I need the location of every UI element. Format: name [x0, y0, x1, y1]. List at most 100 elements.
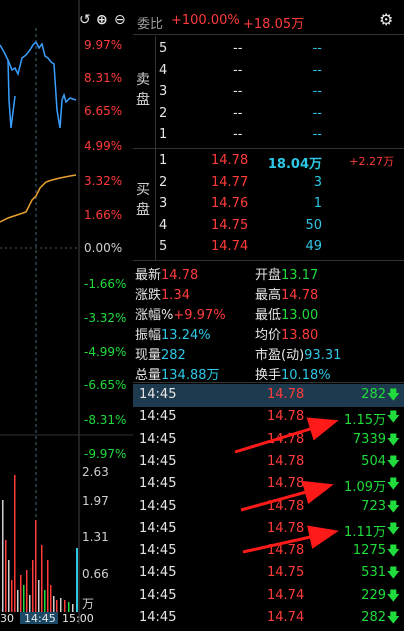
level-price: 14.76 — [211, 196, 249, 211]
buy-level-row[interactable]: 1 14.78 18.04万 +2.27万 — [133, 151, 404, 172]
level-number: 2 — [159, 174, 168, 190]
volume-axis-label: 1.31 — [82, 530, 109, 544]
buy-level-row[interactable]: 2 14.77 3 — [133, 173, 404, 194]
turnover-value: 10.18% — [281, 368, 331, 383]
diff-value: +18.05万 — [243, 17, 305, 32]
volume-axis-label: 1.97 — [82, 494, 109, 508]
level-number: 4 — [159, 217, 168, 233]
level-price: -- — [233, 84, 243, 99]
level-number: 5 — [159, 41, 168, 56]
header-bar: 委比 +100.00% +18.05万 ⚙ — [133, 8, 404, 35]
pct-label-up: 6.65% — [84, 104, 123, 118]
volume-axis-label: 2.63 — [82, 465, 109, 479]
sell-level-row[interactable]: 5 -- -- — [133, 39, 404, 60]
change-pct-value: +9.97% — [173, 308, 226, 323]
sell-level-row[interactable]: 3 -- -- — [133, 82, 404, 103]
level-number: 1 — [159, 127, 168, 142]
level-price: -- — [233, 41, 243, 56]
latest-label: 最新 — [135, 268, 162, 283]
level-volume: 3 — [313, 174, 322, 190]
buy-book: 买盘 1 14.78 18.04万 +2.27万 2 14.77 3 3 14.76 1 4 14.7… — [133, 148, 404, 261]
pe-value: 93.31 — [304, 348, 342, 363]
pct-label-down: -4.99% — [84, 345, 127, 359]
ratio-value: +100.00% — [171, 13, 240, 28]
time-label-cursor: 14:45 — [24, 612, 56, 625]
turnover-label: 换手 — [255, 368, 282, 383]
level-number: 2 — [159, 105, 168, 121]
level-change: +2.27万 — [349, 155, 394, 168]
latest-value: 14.78 — [161, 268, 199, 283]
price-line — [0, 40, 77, 129]
pct-label-up: 0.00% — [84, 241, 123, 255]
stats-block: 最新14.78 开盘13.17 涨跌1.34 最高14.78 涨幅%+9.97%… — [133, 262, 404, 383]
amplitude-value: 13.24% — [161, 328, 211, 343]
avg-line — [0, 174, 77, 223]
total-vol-value: 134.88万 — [161, 368, 220, 383]
high-label: 最高 — [255, 288, 282, 303]
level-volume: -- — [312, 62, 322, 78]
level-price: 14.75 — [211, 217, 249, 233]
current-vol-value: 282 — [161, 348, 186, 363]
level-price: 14.78 — [211, 153, 249, 168]
level-volume: 1 — [313, 196, 322, 211]
quote-panel: 委比 +100.00% +18.05万 ⚙ 卖盘 5 -- -- 4 -- -- 3 -- --… — [133, 0, 404, 626]
level-price: -- — [233, 62, 243, 78]
level-price: 14.77 — [211, 174, 249, 190]
change-pct-label: 涨幅% — [135, 308, 174, 323]
level-number: 4 — [159, 62, 168, 78]
change-value: 1.34 — [161, 288, 190, 303]
high-value: 14.78 — [281, 288, 319, 303]
sell-level-row[interactable]: 2 -- -- — [133, 104, 404, 125]
pct-label-up: 8.31% — [84, 71, 123, 85]
amplitude-label: 振幅 — [135, 328, 162, 343]
total-vol-label: 总量 — [135, 368, 162, 383]
level-price: -- — [233, 105, 243, 121]
buy-level-row[interactable]: 3 14.76 1 — [133, 194, 404, 215]
level-volume: 49 — [305, 239, 322, 254]
time-label-end: 15:00 — [62, 612, 94, 625]
pct-label-up: 9.97% — [84, 38, 123, 52]
level-volume: -- — [312, 84, 322, 99]
chart-toolbar: ↺ ⊕ ⊖ — [79, 12, 133, 30]
pe-label: 市盈(动) — [255, 348, 305, 363]
pct-label-up: 4.99% — [84, 139, 123, 153]
low-label: 最低 — [255, 308, 282, 323]
avg-value: 13.80 — [281, 328, 319, 343]
sell-book: 卖盘 5 -- -- 4 -- -- 3 -- -- 2 -- -- 1 -- -- — [133, 36, 404, 149]
pct-label-up: 3.32% — [84, 174, 123, 188]
pct-label-down: -8.31% — [84, 413, 127, 427]
level-number: 3 — [159, 196, 168, 211]
volume-axis-label: 万 — [82, 597, 95, 611]
pct-label-up: 1.66% — [84, 208, 123, 222]
open-value: 13.17 — [281, 268, 319, 283]
level-volume: -- — [312, 127, 322, 142]
buy-level-row[interactable]: 4 14.75 50 — [133, 216, 404, 237]
avg-label: 均价 — [255, 328, 282, 343]
sell-level-row[interactable]: 4 -- -- — [133, 61, 404, 82]
level-number: 5 — [159, 239, 168, 254]
volume-axis-label: 0.66 — [82, 567, 109, 581]
volume-bars — [2, 475, 78, 612]
level-number: 1 — [159, 153, 168, 168]
add-icon[interactable]: ⊕ — [96, 12, 108, 28]
minus-icon[interactable]: ⊖ — [114, 12, 126, 28]
change-label: 涨跌 — [135, 288, 162, 303]
undo-icon[interactable]: ↺ — [79, 12, 91, 28]
buy-level-row[interactable]: 5 14.74 49 — [133, 237, 404, 258]
open-label: 开盘 — [255, 268, 282, 283]
settings-gear-icon[interactable]: ⚙ — [379, 10, 393, 29]
level-price: 14.74 — [211, 239, 249, 254]
level-volume: -- — [312, 105, 322, 121]
current-vol-label: 现量 — [135, 348, 162, 363]
level-volume: 18.04万 — [267, 157, 322, 172]
pct-label-down: -6.65% — [84, 378, 127, 392]
pct-label-down: -3.32% — [84, 311, 127, 325]
level-volume: -- — [312, 41, 322, 56]
level-price: -- — [233, 127, 243, 142]
annotation-arrows — [234, 417, 339, 554]
level-number: 3 — [159, 84, 168, 99]
level-volume: 50 — [305, 217, 322, 233]
time-label-start: 30 — [0, 612, 14, 625]
low-value: 13.00 — [281, 308, 319, 323]
sell-level-row[interactable]: 1 -- -- — [133, 125, 404, 146]
